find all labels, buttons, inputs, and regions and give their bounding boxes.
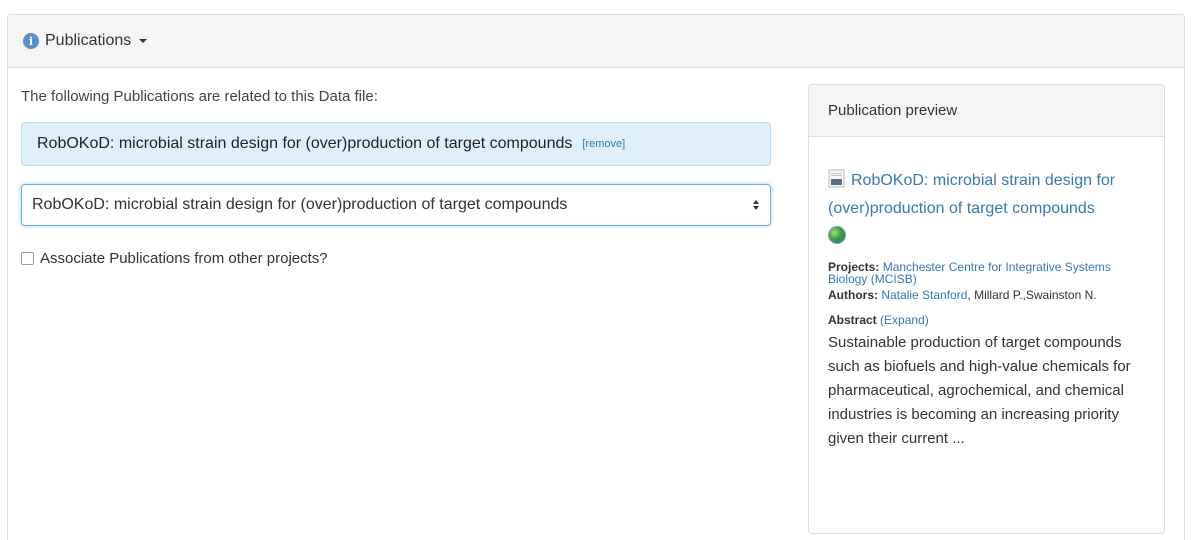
- selected-publication: RobOKoD: microbial strain design for (ov…: [21, 122, 771, 166]
- preview-publication-link[interactable]: RobOKoD: microbial strain design for (ov…: [828, 167, 1148, 251]
- authors-label: Authors:: [828, 288, 878, 302]
- select-arrows-icon: [752, 196, 760, 214]
- associate-label: Associate Publications from other projec…: [40, 250, 328, 267]
- author-link[interactable]: Natalie Stanford: [881, 288, 967, 302]
- publication-select[interactable]: RobOKoD: microbial strain design for (ov…: [21, 184, 771, 226]
- preview-projects: Projects: Manchester Centre for Integrat…: [828, 261, 1148, 285]
- publication-select-value: RobOKoD: microbial strain design for (ov…: [32, 196, 568, 213]
- abstract-label: Abstract: [828, 313, 877, 327]
- panel-title: Publications: [45, 32, 132, 49]
- info-icon: i: [23, 33, 39, 49]
- associate-option: Associate Publications from other projec…: [21, 250, 328, 267]
- preview-authors: Authors: Natalie Stanford, Millard P.,Sw…: [828, 289, 1148, 301]
- associate-checkbox[interactable]: [21, 252, 34, 265]
- authors-rest: , Millard P.,Swainston N.: [967, 288, 1097, 302]
- publication-preview-panel: Publication preview RobOKoD: microbial s…: [808, 84, 1165, 534]
- abstract-header: Abstract (Expand): [828, 313, 1148, 327]
- selected-publication-title: RobOKoD: microbial strain design for (ov…: [37, 135, 573, 152]
- remove-link[interactable]: [remove]: [582, 138, 625, 150]
- publications-dropdown-toggle[interactable]: Publications: [45, 32, 148, 50]
- preview-body: RobOKoD: microbial strain design for (ov…: [809, 137, 1164, 451]
- preview-publication-title: RobOKoD: microbial strain design for (ov…: [828, 172, 1116, 217]
- globe-icon: [828, 226, 846, 244]
- abstract-text: Sustainable production of target compoun…: [828, 334, 1131, 447]
- caret-down-icon: [139, 39, 148, 43]
- panel-heading: i Publications: [8, 15, 1184, 68]
- document-icon: [828, 169, 845, 188]
- preview-heading: Publication preview: [809, 85, 1164, 137]
- expand-link[interactable]: (Expand): [880, 313, 929, 327]
- intro-text: The following Publications are related t…: [21, 88, 378, 105]
